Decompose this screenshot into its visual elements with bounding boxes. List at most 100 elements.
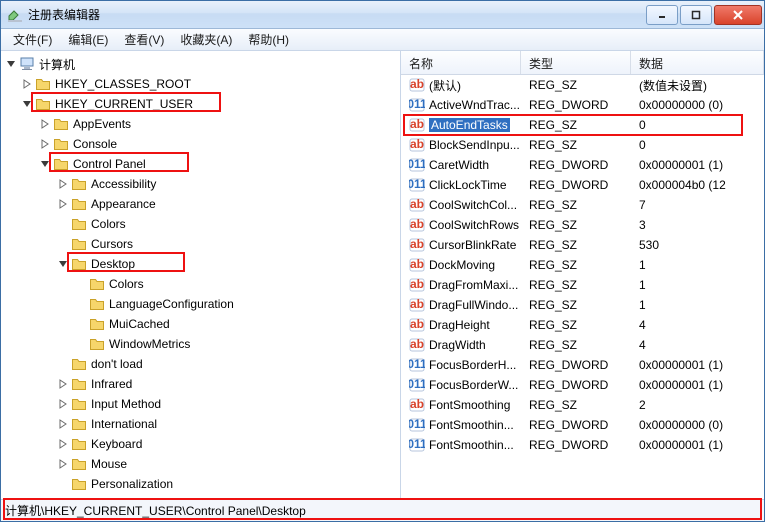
client-area: 计算机 HKEY_CLASSES_ROOT HKEY_CURRENT_USER <box>1 51 764 499</box>
value-row[interactable]: DragWidthREG_SZ4 <box>401 335 764 355</box>
value-data: 1 <box>631 258 764 272</box>
value-row[interactable]: (默认)REG_SZ(数值未设置) <box>401 75 764 95</box>
tree-node-windowmetrics[interactable]: WindowMetrics <box>75 334 400 354</box>
folder-icon <box>71 436 87 452</box>
expander-icon[interactable] <box>39 158 51 170</box>
tree-node-personalization[interactable]: Personalization <box>57 474 400 494</box>
tree-node-console[interactable]: Console <box>39 134 400 154</box>
value-row[interactable]: FontSmoothin...REG_DWORD0x00000001 (1) <box>401 435 764 455</box>
folder-icon <box>71 196 87 212</box>
minimize-button[interactable] <box>646 5 678 25</box>
expander-icon[interactable] <box>57 458 69 470</box>
menu-file[interactable]: 文件(F) <box>5 29 60 50</box>
tree-node-appearance[interactable]: Appearance <box>57 194 400 214</box>
tree-node-desktop[interactable]: Desktop <box>57 254 400 274</box>
value-row[interactable]: CoolSwitchRowsREG_SZ3 <box>401 215 764 235</box>
value-type: REG_DWORD <box>521 378 631 392</box>
value-row[interactable]: CaretWidthREG_DWORD0x00000001 (1) <box>401 155 764 175</box>
value-data: 0x000004b0 (12 <box>631 178 764 192</box>
expander-icon[interactable] <box>39 118 51 130</box>
menu-edit[interactable]: 编辑(E) <box>60 29 116 50</box>
string-value-icon <box>409 397 425 413</box>
value-name: CoolSwitchRows <box>429 218 519 232</box>
value-type: REG_SZ <box>521 78 631 92</box>
value-row[interactable]: CoolSwitchCol...REG_SZ7 <box>401 195 764 215</box>
maximize-button[interactable] <box>680 5 712 25</box>
expander-icon[interactable] <box>21 98 33 110</box>
value-row[interactable]: FontSmoothingREG_SZ2 <box>401 395 764 415</box>
value-row[interactable]: CursorBlinkRateREG_SZ530 <box>401 235 764 255</box>
value-name: AutoEndTasks <box>429 118 510 132</box>
string-value-icon <box>409 277 425 293</box>
value-data: 0x00000000 (0) <box>631 418 764 432</box>
tree-node-accessibility[interactable]: Accessibility <box>57 174 400 194</box>
tree-node-infrared[interactable]: Infrared <box>57 374 400 394</box>
expander-icon[interactable] <box>57 258 69 270</box>
tree-node-international[interactable]: International <box>57 414 400 434</box>
values-list[interactable]: (默认)REG_SZ(数值未设置)ActiveWndTrac...REG_DWO… <box>401 75 764 499</box>
expander-icon[interactable] <box>57 378 69 390</box>
expander-icon[interactable] <box>57 418 69 430</box>
value-type: REG_DWORD <box>521 158 631 172</box>
expander-icon[interactable] <box>57 438 69 450</box>
value-row[interactable]: DragFromMaxi...REG_SZ1 <box>401 275 764 295</box>
tree-pane[interactable]: 计算机 HKEY_CLASSES_ROOT HKEY_CURRENT_USER <box>1 51 401 499</box>
tree-node-controlpanel[interactable]: Control Panel <box>39 154 400 174</box>
expander-icon[interactable] <box>21 78 33 90</box>
value-data: 0 <box>631 138 764 152</box>
tree-node-keyboard[interactable]: Keyboard <box>57 434 400 454</box>
expander-icon[interactable] <box>39 138 51 150</box>
tree-node-langconf[interactable]: LanguageConfiguration <box>75 294 400 314</box>
tree-node-muicached[interactable]: MuiCached <box>75 314 400 334</box>
value-row[interactable]: FocusBorderW...REG_DWORD0x00000001 (1) <box>401 375 764 395</box>
value-row[interactable]: AutoEndTasksREG_SZ0 <box>401 115 764 135</box>
menu-view[interactable]: 查看(V) <box>116 29 172 50</box>
folder-icon <box>71 236 87 252</box>
menu-help[interactable]: 帮助(H) <box>240 29 297 50</box>
col-name[interactable]: 名称 <box>401 51 521 74</box>
column-headers[interactable]: 名称 类型 数据 <box>401 51 764 75</box>
value-type: REG_SZ <box>521 278 631 292</box>
titlebar[interactable]: 注册表编辑器 <box>1 1 764 29</box>
folder-icon <box>35 96 51 112</box>
expander-icon[interactable] <box>57 398 69 410</box>
value-data: 4 <box>631 338 764 352</box>
tree-node-colors[interactable]: Colors <box>57 214 400 234</box>
value-row[interactable]: DragFullWindo...REG_SZ1 <box>401 295 764 315</box>
close-button[interactable] <box>714 5 762 25</box>
binary-value-icon <box>409 357 425 373</box>
value-data: 0x00000001 (1) <box>631 158 764 172</box>
value-type: REG_DWORD <box>521 438 631 452</box>
tree-node-cursors[interactable]: Cursors <box>57 234 400 254</box>
menubar: 文件(F) 编辑(E) 查看(V) 收藏夹(A) 帮助(H) <box>1 29 764 51</box>
value-data: 0x00000001 (1) <box>631 358 764 372</box>
string-value-icon <box>409 197 425 213</box>
menu-favorites[interactable]: 收藏夹(A) <box>172 29 240 50</box>
value-row[interactable]: DockMovingREG_SZ1 <box>401 255 764 275</box>
value-row[interactable]: ClickLockTimeREG_DWORD0x000004b0 (12 <box>401 175 764 195</box>
tree-node-computer[interactable]: 计算机 <box>3 54 400 74</box>
tree-node-dontload[interactable]: don't load <box>57 354 400 374</box>
tree-node-mouse[interactable]: Mouse <box>57 454 400 474</box>
value-row[interactable]: BlockSendInpu...REG_SZ0 <box>401 135 764 155</box>
value-row[interactable]: ActiveWndTrac...REG_DWORD0x00000000 (0) <box>401 95 764 115</box>
tree-node-hkcr[interactable]: HKEY_CLASSES_ROOT <box>21 74 400 94</box>
folder-icon <box>71 456 87 472</box>
col-data[interactable]: 数据 <box>631 51 764 74</box>
tree-node-inputmethod[interactable]: Input Method <box>57 394 400 414</box>
folder-icon <box>71 416 87 432</box>
folder-icon <box>53 136 69 152</box>
expander-icon[interactable] <box>57 178 69 190</box>
col-type[interactable]: 类型 <box>521 51 631 74</box>
expander-icon[interactable] <box>57 198 69 210</box>
value-row[interactable]: FontSmoothin...REG_DWORD0x00000000 (0) <box>401 415 764 435</box>
value-row[interactable]: DragHeightREG_SZ4 <box>401 315 764 335</box>
value-name: DragHeight <box>429 318 490 332</box>
value-data: (数值未设置) <box>631 77 764 94</box>
expander-icon[interactable] <box>5 58 17 70</box>
value-type: REG_SZ <box>521 338 631 352</box>
tree-node-hkcu[interactable]: HKEY_CURRENT_USER <box>21 94 400 114</box>
tree-node-appevents[interactable]: AppEvents <box>39 114 400 134</box>
value-row[interactable]: FocusBorderH...REG_DWORD0x00000001 (1) <box>401 355 764 375</box>
tree-node-desktop-colors[interactable]: Colors <box>75 274 400 294</box>
